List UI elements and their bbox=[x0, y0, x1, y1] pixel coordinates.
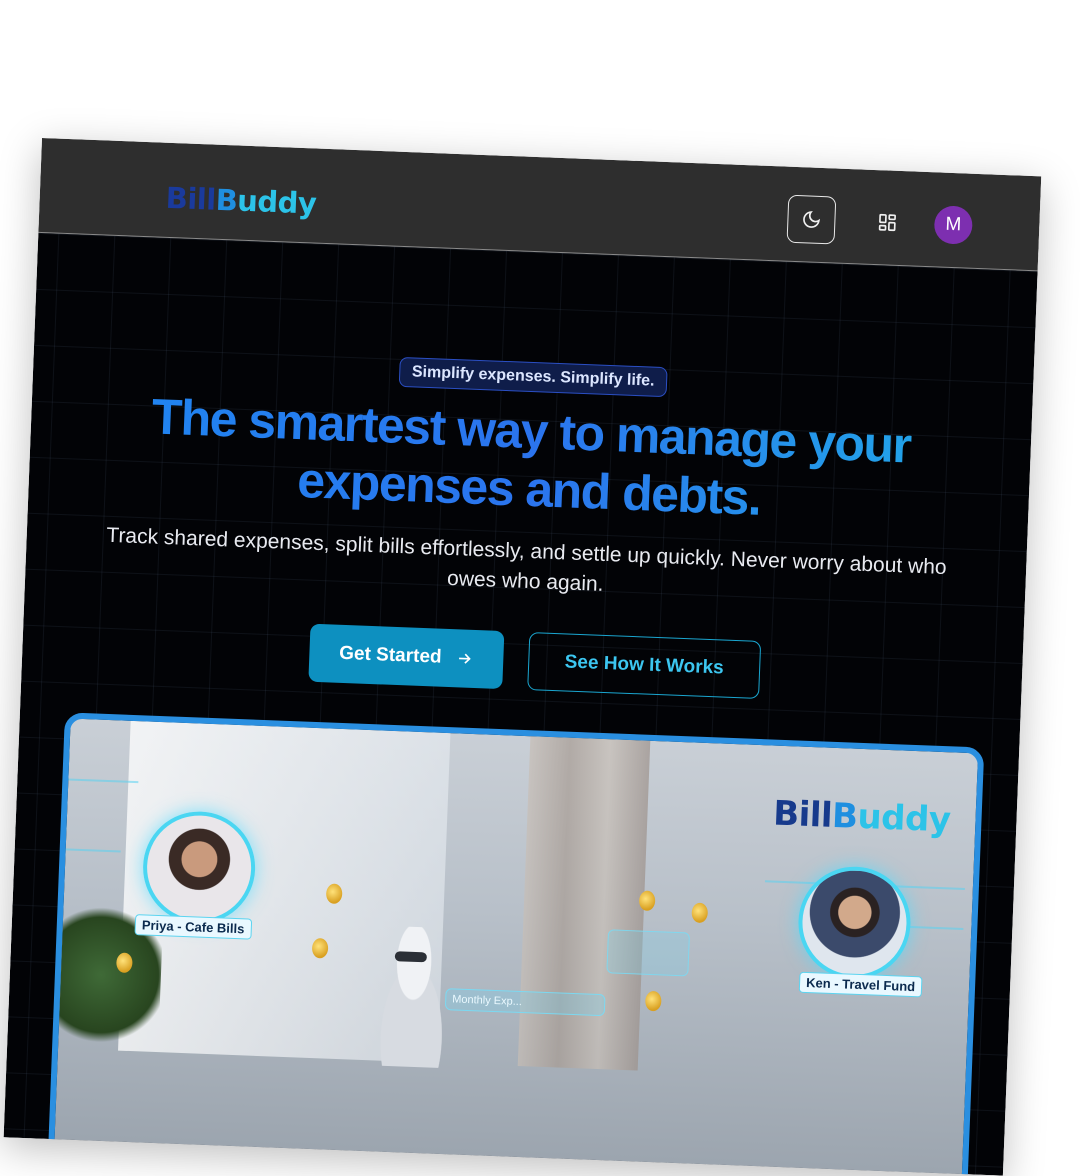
hero-preview-image: Priya - Cafe Bills Ken - Travel Fund Mon… bbox=[47, 712, 985, 1176]
apps-button[interactable] bbox=[873, 208, 902, 237]
hero-headline: The smartest way to manage your expenses… bbox=[88, 385, 972, 535]
theme-toggle-button[interactable] bbox=[786, 194, 837, 245]
preview-billbuddy-logo: BillBuddy bbox=[772, 793, 952, 841]
hologram-calendar-card bbox=[606, 929, 690, 977]
circuit-line bbox=[65, 848, 121, 853]
ken-profile-label: Ken - Travel Fund bbox=[798, 971, 923, 998]
moon-icon bbox=[803, 211, 820, 228]
curtain-decoration bbox=[517, 736, 651, 1071]
robot-visor bbox=[394, 951, 428, 963]
grid-icon bbox=[878, 213, 896, 232]
hero-subtitle: Track shared expenses, split bills effor… bbox=[105, 523, 948, 596]
coin-icon bbox=[691, 902, 709, 924]
tagline-badge: Simplify expenses. Simplify life. bbox=[398, 356, 669, 398]
user-avatar[interactable]: M bbox=[933, 205, 974, 245]
priya-profile-label: Priya - Cafe Bills bbox=[134, 914, 252, 940]
get-started-button[interactable]: Get Started bbox=[308, 623, 505, 690]
arrow-right-icon bbox=[459, 653, 471, 664]
hero-section: Simplify expenses. Simplify life. The sm… bbox=[3, 232, 1038, 1176]
browser-window: BillBuddy M Simplify expenses. Simplify … bbox=[3, 138, 1042, 1176]
billbuddy-logo[interactable]: BillBuddy bbox=[165, 181, 317, 221]
coin-icon bbox=[638, 890, 656, 912]
coin-icon bbox=[644, 990, 662, 1012]
see-how-it-works-button[interactable]: See How It Works bbox=[527, 632, 762, 699]
